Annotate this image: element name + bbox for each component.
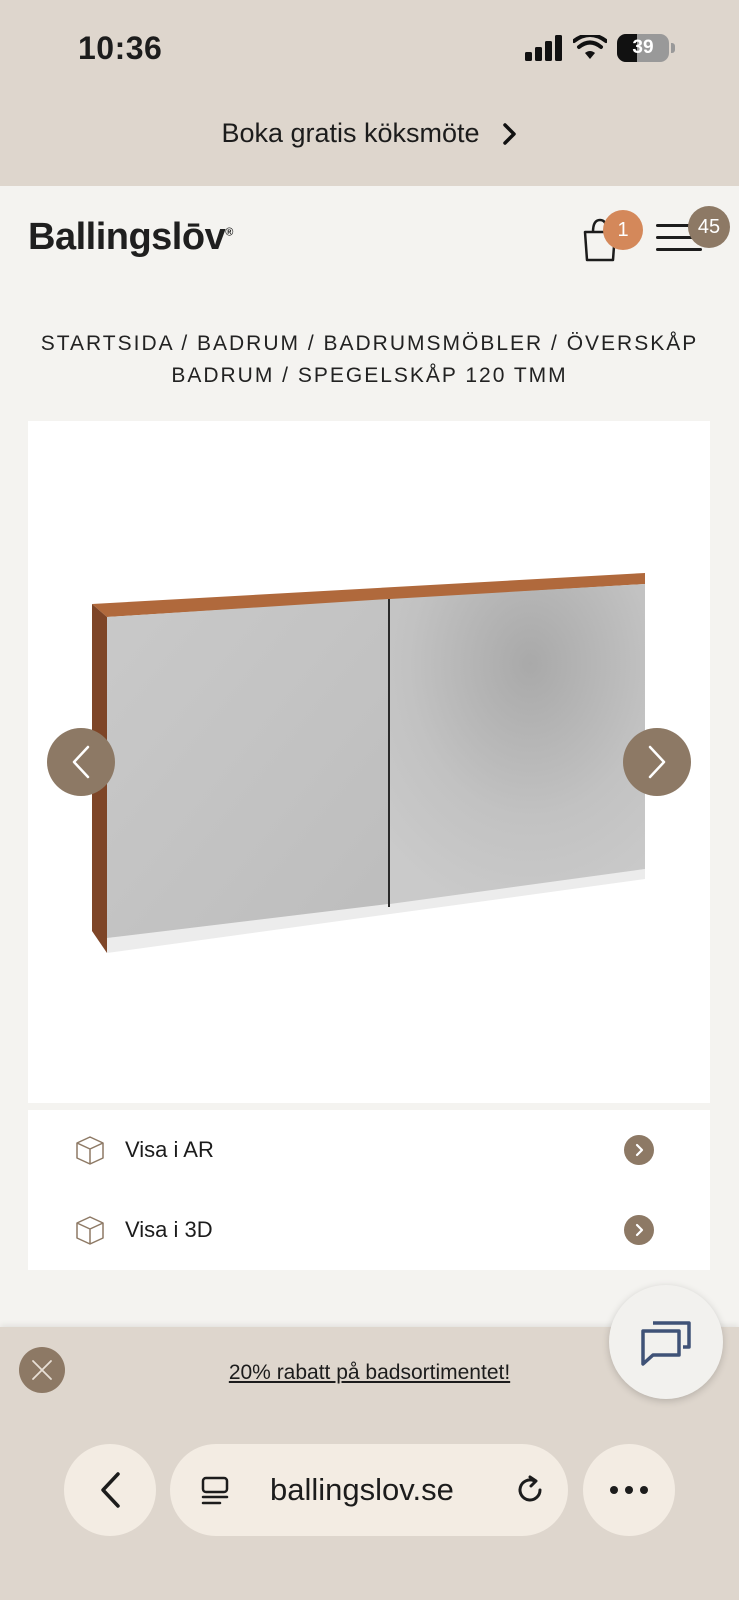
chat-icon bbox=[641, 1321, 691, 1366]
product-image bbox=[92, 573, 645, 953]
promo-banner[interactable]: Boka gratis köksmöte bbox=[0, 118, 739, 149]
chat-button[interactable] bbox=[609, 1285, 723, 1399]
chevron-left-icon bbox=[72, 745, 90, 779]
browser-more-button[interactable] bbox=[583, 1444, 675, 1536]
battery-level: 39 bbox=[632, 37, 654, 58]
more-icon bbox=[610, 1486, 648, 1494]
view-option-label: Visa i 3D bbox=[125, 1217, 213, 1242]
chevron-right-icon bbox=[648, 745, 666, 779]
status-bar: 10:36 39 Boka gratis köksmöte bbox=[0, 0, 739, 186]
arrow-right-icon bbox=[624, 1215, 654, 1245]
promo-banner-text: Boka gratis köksmöte bbox=[221, 118, 480, 148]
reload-icon[interactable] bbox=[514, 1474, 546, 1506]
view-in-3d-button[interactable]: Visa i 3D bbox=[28, 1190, 710, 1270]
site-header: Ballingslōv® 1 45 bbox=[0, 186, 739, 286]
signal-icon bbox=[525, 35, 562, 61]
chevron-right-icon bbox=[502, 122, 516, 145]
cube-icon bbox=[76, 1216, 104, 1245]
status-icons: 39 bbox=[525, 34, 675, 62]
logo[interactable]: Ballingslōv® bbox=[28, 216, 233, 259]
reader-icon[interactable] bbox=[200, 1475, 230, 1505]
cube-icon bbox=[76, 1136, 104, 1165]
url-text: ballingslov.se bbox=[270, 1472, 454, 1507]
menu-badge: 45 bbox=[688, 206, 730, 248]
browser-back-button[interactable] bbox=[64, 1444, 156, 1536]
view-in-ar-button[interactable]: Visa i AR bbox=[28, 1110, 710, 1190]
breadcrumb[interactable]: STARTSIDA / BADRUM / BADRUMSMÖBLER / ÖVE… bbox=[30, 328, 709, 392]
wifi-icon bbox=[573, 35, 607, 59]
arrow-right-icon bbox=[624, 1135, 654, 1165]
address-bar[interactable]: ballingslov.se bbox=[170, 1444, 568, 1536]
view-option-label: Visa i AR bbox=[125, 1137, 214, 1162]
gallery-next-button[interactable] bbox=[623, 728, 691, 796]
chevron-left-icon bbox=[101, 1472, 120, 1508]
cart-count-badge: 1 bbox=[603, 210, 643, 250]
gallery-prev-button[interactable] bbox=[47, 728, 115, 796]
status-time: 10:36 bbox=[78, 30, 163, 66]
battery-icon: 39 bbox=[617, 34, 669, 62]
product-gallery bbox=[28, 421, 710, 1103]
